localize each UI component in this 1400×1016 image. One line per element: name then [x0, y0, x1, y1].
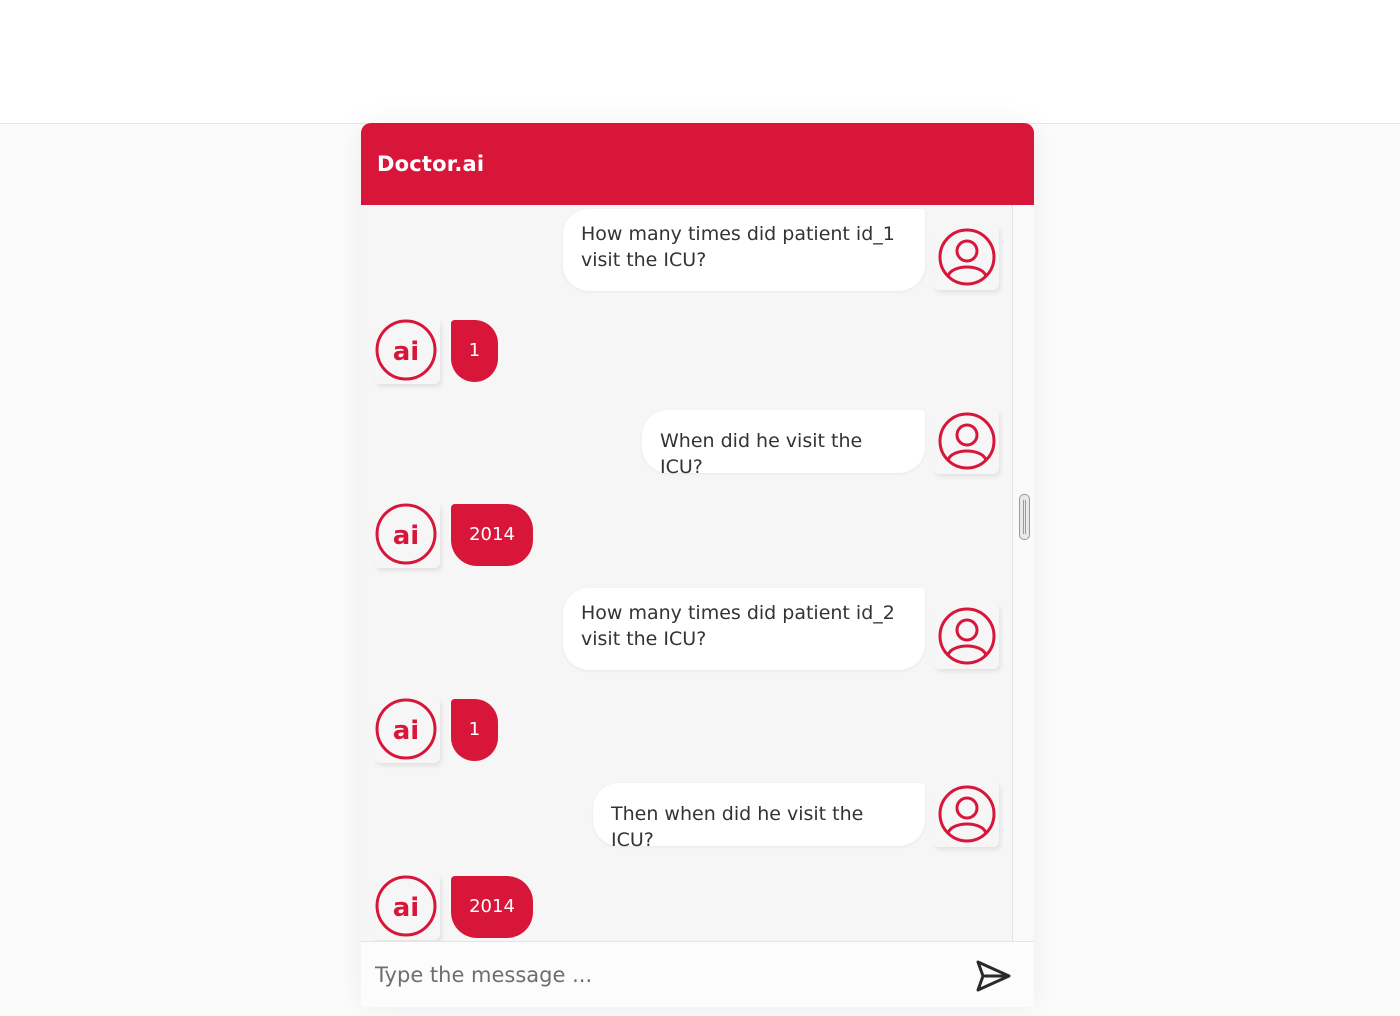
user-avatar-icon — [933, 603, 999, 669]
bot-message: 2014 — [451, 876, 533, 938]
chat-title: Doctor.ai — [377, 152, 485, 176]
bot-avatar-icon: ai — [374, 318, 440, 384]
user-message: How many times did patient id_1 visit th… — [563, 209, 925, 291]
user-message: Then when did he visit the ICU? — [593, 783, 925, 851]
chat-header: Doctor.ai — [361, 123, 1034, 205]
send-button[interactable] — [973, 958, 1013, 994]
bot-message: 1 — [451, 699, 498, 761]
chat-window: Doctor.ai How many times did patient id_… — [361, 123, 1034, 1007]
user-avatar-icon — [933, 408, 999, 474]
svg-text:ai: ai — [393, 337, 419, 367]
svg-text:ai: ai — [393, 716, 419, 746]
composer — [361, 941, 1034, 1007]
send-icon — [976, 960, 1011, 992]
bot-avatar-icon: ai — [374, 502, 440, 568]
message-input[interactable] — [375, 954, 955, 996]
user-avatar-icon — [933, 781, 999, 847]
top-bar — [0, 0, 1400, 124]
svg-text:ai: ai — [393, 893, 419, 923]
bot-message: 2014 — [451, 504, 533, 566]
svg-text:ai: ai — [393, 521, 419, 551]
scrollbar[interactable] — [1012, 205, 1034, 941]
bot-avatar-icon: ai — [374, 697, 440, 763]
user-message: When did he visit the ICU? — [642, 410, 925, 478]
user-avatar-icon — [933, 224, 999, 290]
user-message: How many times did patient id_2 visit th… — [563, 588, 925, 670]
message-list[interactable]: How many times did patient id_1 visit th… — [361, 205, 1011, 941]
scrollbar-thumb[interactable] — [1019, 494, 1030, 540]
bot-message: 1 — [451, 320, 498, 382]
bot-avatar-icon: ai — [374, 874, 440, 940]
